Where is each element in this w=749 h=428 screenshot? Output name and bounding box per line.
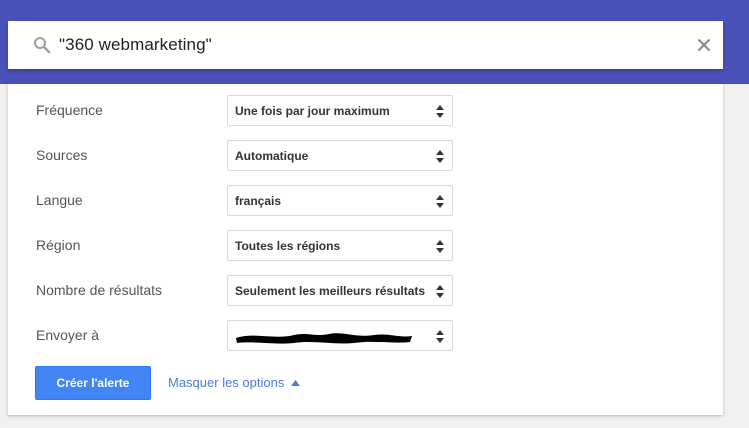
langue-select[interactable]: français	[227, 185, 453, 216]
search-icon	[34, 37, 51, 54]
option-row-region: Région Toutes les régions	[8, 230, 723, 261]
updown-arrows-icon	[436, 240, 444, 253]
updown-arrows-icon	[436, 105, 444, 118]
envoyer-a-select[interactable]	[227, 320, 453, 351]
option-label: Envoyer à	[36, 327, 100, 343]
search-bar[interactable]: "360 webmarketing"	[8, 21, 723, 69]
select-value: français	[235, 194, 282, 208]
select-value: Seulement les meilleurs résultats	[235, 284, 426, 298]
option-row-nombre-resultats: Nombre de résultats Seulement les meille…	[8, 275, 723, 306]
sources-select[interactable]: Automatique	[227, 140, 453, 171]
option-row-envoyer-a: Envoyer à	[8, 320, 723, 351]
updown-arrows-icon	[436, 150, 444, 163]
select-value: Toutes les régions	[235, 239, 341, 253]
close-icon[interactable]	[697, 38, 711, 52]
updown-arrows-icon	[436, 330, 444, 343]
search-query[interactable]: "360 webmarketing"	[59, 35, 212, 55]
option-label: Fréquence	[36, 102, 103, 118]
redacted-email	[236, 333, 412, 344]
frequence-select[interactable]: Une fois par jour maximum	[227, 95, 453, 126]
option-row-frequence: Fréquence Une fois par jour maximum	[8, 95, 723, 126]
option-row-sources: Sources Automatique	[8, 140, 723, 171]
option-label: Région	[36, 237, 81, 253]
region-select[interactable]: Toutes les régions	[227, 230, 453, 261]
select-value: Automatique	[235, 149, 309, 163]
updown-arrows-icon	[436, 285, 444, 298]
option-label: Langue	[36, 192, 83, 208]
create-alert-button[interactable]: Créer l'alerte	[35, 366, 151, 400]
option-label: Sources	[36, 147, 88, 163]
updown-arrows-icon	[436, 195, 444, 208]
alert-options-panel: Fréquence Une fois par jour maximum Sour…	[8, 84, 723, 415]
hide-options-label: Masquer les options	[168, 375, 285, 390]
caret-up-icon	[291, 379, 301, 386]
nombre-resultats-select[interactable]: Seulement les meilleurs résultats	[227, 275, 453, 306]
hide-options-link[interactable]: Masquer les options	[168, 375, 301, 390]
option-label: Nombre de résultats	[36, 282, 163, 298]
select-value: Une fois par jour maximum	[235, 104, 390, 118]
option-row-langue: Langue français	[8, 185, 723, 216]
